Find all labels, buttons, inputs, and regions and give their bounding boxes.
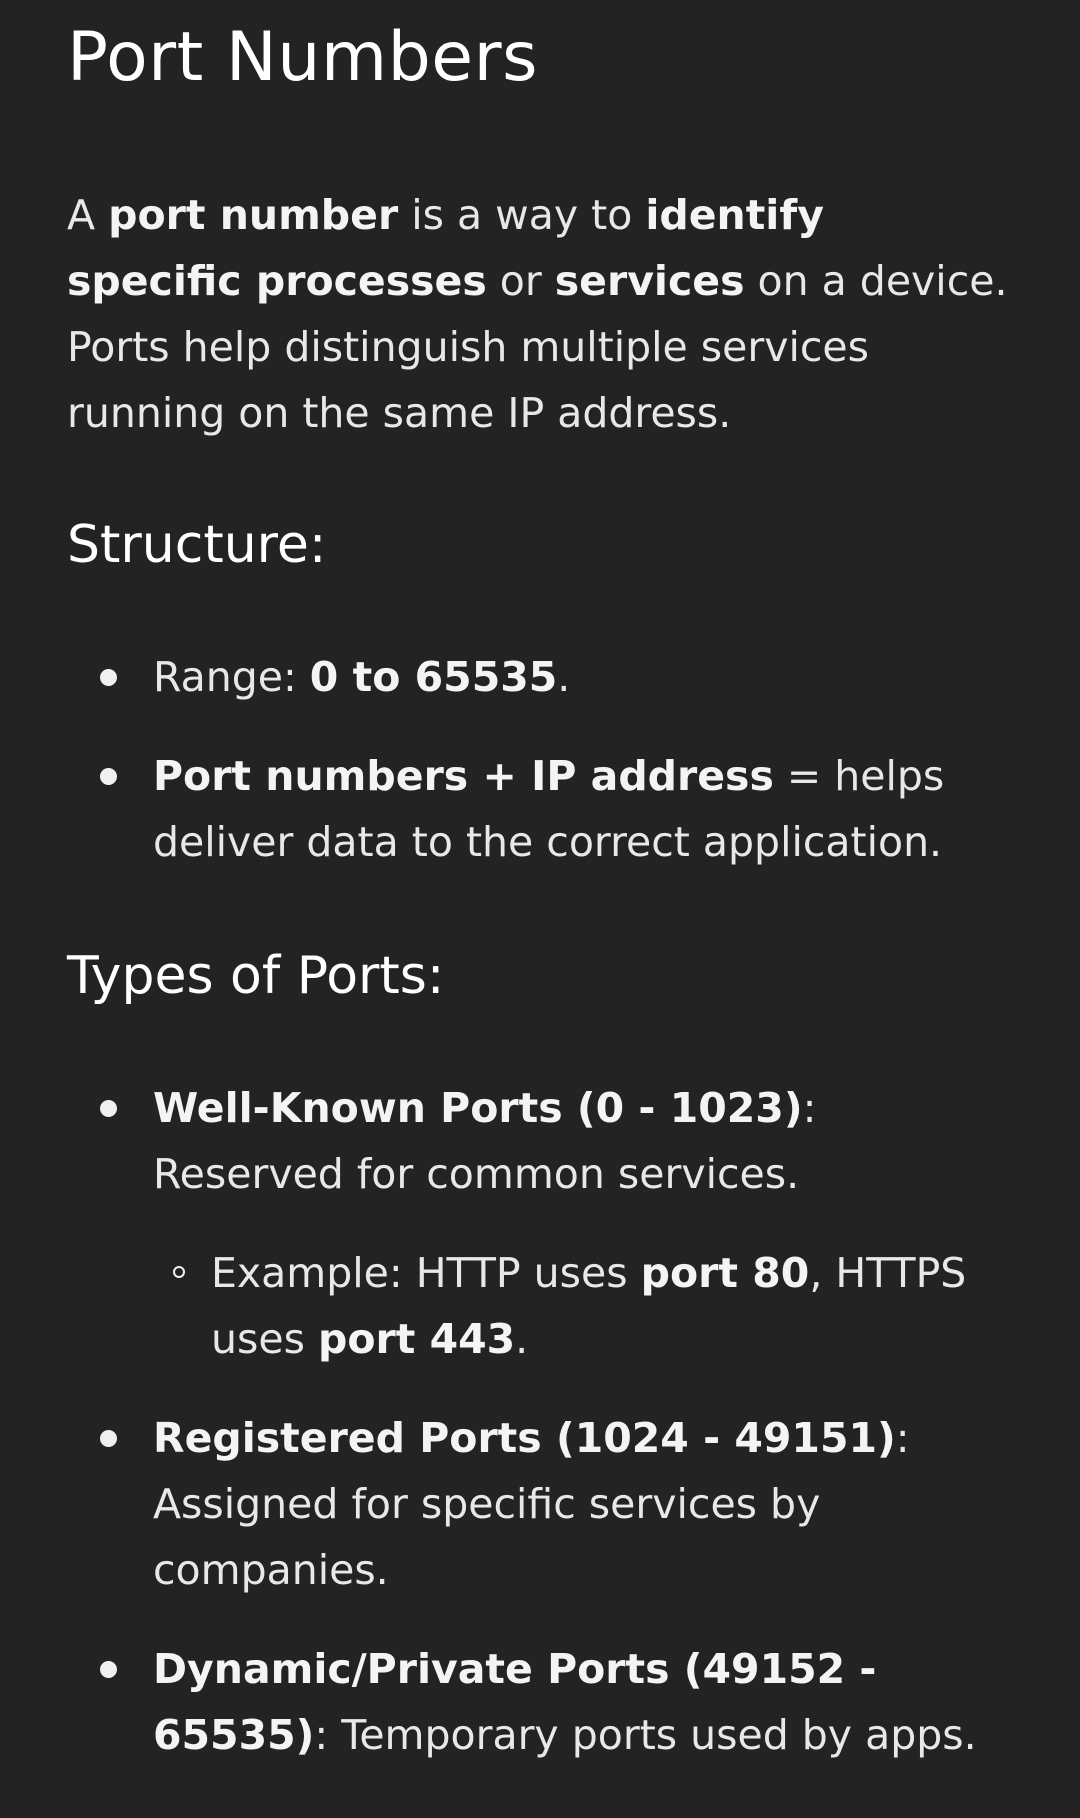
well-known-sublist: Example: HTTP uses port 80, HTTPS uses p… xyxy=(153,1240,1012,1372)
list-item-range: Range: 0 to 65535. xyxy=(67,644,1012,710)
dynamic-description: : Temporary ports used by apps. xyxy=(314,1711,977,1759)
well-known-term: Well-Known Ports (0 - 1023) xyxy=(153,1084,803,1132)
example-text: Example: HTTP uses xyxy=(211,1249,641,1297)
intro-paragraph: A port number is a way to identify speci… xyxy=(67,182,1012,446)
range-tail: . xyxy=(557,653,571,701)
range-label: Range: xyxy=(153,653,310,701)
example-port-443: port 443 xyxy=(317,1315,516,1363)
example-text: . xyxy=(515,1315,529,1363)
list-item-port-ip: Port numbers + IP address = helps delive… xyxy=(67,743,1012,875)
intro-text: or xyxy=(486,257,555,305)
registered-term: Registered Ports (1024 - 49151) xyxy=(153,1414,896,1462)
types-heading: Types of Ports: xyxy=(67,946,445,1006)
bullet-icon xyxy=(100,1100,117,1117)
page-title: Port Numbers xyxy=(67,18,539,97)
bullet-icon xyxy=(100,1430,117,1447)
bullet-icon xyxy=(100,768,117,785)
list-item-example: Example: HTTP uses port 80, HTTPS uses p… xyxy=(153,1240,1012,1372)
intro-emphasis-port-number: port number xyxy=(108,191,399,239)
circle-bullet-icon xyxy=(173,1266,185,1278)
range-value: 0 to 65535 xyxy=(309,653,558,701)
intro-line-2: Ports help distinguish multiple services… xyxy=(67,323,870,437)
list-item-well-known: Well-Known Ports (0 - 1023): Reserved fo… xyxy=(67,1075,1012,1372)
intro-emphasis-services: services xyxy=(554,257,745,305)
port-ip-term: Port numbers + IP address xyxy=(153,752,774,800)
types-list: Well-Known Ports (0 - 1023): Reserved fo… xyxy=(67,1075,1012,1768)
list-item-dynamic: Dynamic/Private Ports (49152 - 65535): T… xyxy=(67,1636,1012,1768)
structure-list: Range: 0 to 65535. Port numbers + IP add… xyxy=(67,644,1012,875)
list-item-registered: Registered Ports (1024 - 49151): Assigne… xyxy=(67,1405,1012,1603)
intro-text: A xyxy=(67,191,109,239)
intro-text: on a device. xyxy=(744,257,1008,305)
intro-text: is a way to xyxy=(398,191,646,239)
document-page: Port Numbers A port number is a way to i… xyxy=(0,0,1080,1818)
bullet-icon xyxy=(100,669,117,686)
structure-heading: Structure: xyxy=(67,515,327,575)
example-port-80: port 80 xyxy=(640,1249,810,1297)
bullet-icon xyxy=(100,1661,117,1678)
